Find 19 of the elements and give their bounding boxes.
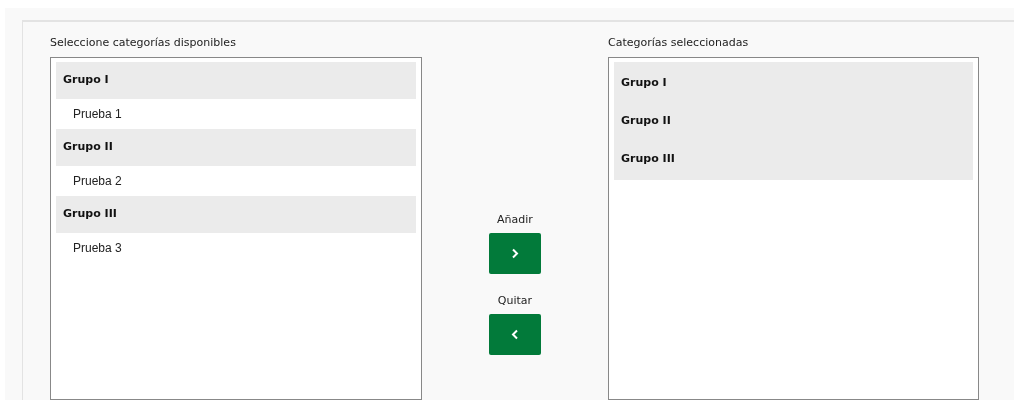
group-header: Grupo II — [621, 112, 671, 129]
button-caption: Quitar — [497, 294, 533, 308]
list-option[interactable]: Prueba 3 — [56, 233, 416, 263]
group-header: Grupo II — [63, 139, 113, 156]
list-option[interactable]: Prueba 1 — [56, 99, 416, 129]
group-header: Grupo I — [63, 72, 109, 89]
add-button[interactable] — [489, 233, 541, 274]
group-header: Grupo III — [621, 150, 675, 167]
remove-button[interactable] — [489, 314, 541, 355]
chevron-left-icon — [511, 329, 519, 340]
list-label: Seleccione categorías disponibles — [50, 36, 236, 50]
listbox[interactable]: Grupo I Grupo II Grupo III — [608, 57, 979, 400]
list-option[interactable]: Prueba 2 — [56, 166, 416, 196]
chevron-right-icon — [511, 248, 519, 259]
group-header: Grupo I — [621, 74, 667, 91]
listbox[interactable]: Grupo I Prueba 1 Grupo II Prueba 2 Grupo III Prueba 3 — [50, 57, 422, 400]
group-header: Grupo III — [63, 206, 117, 223]
button-caption: Añadir — [497, 213, 533, 227]
list-label: Categorías seleccionadas — [608, 36, 749, 50]
